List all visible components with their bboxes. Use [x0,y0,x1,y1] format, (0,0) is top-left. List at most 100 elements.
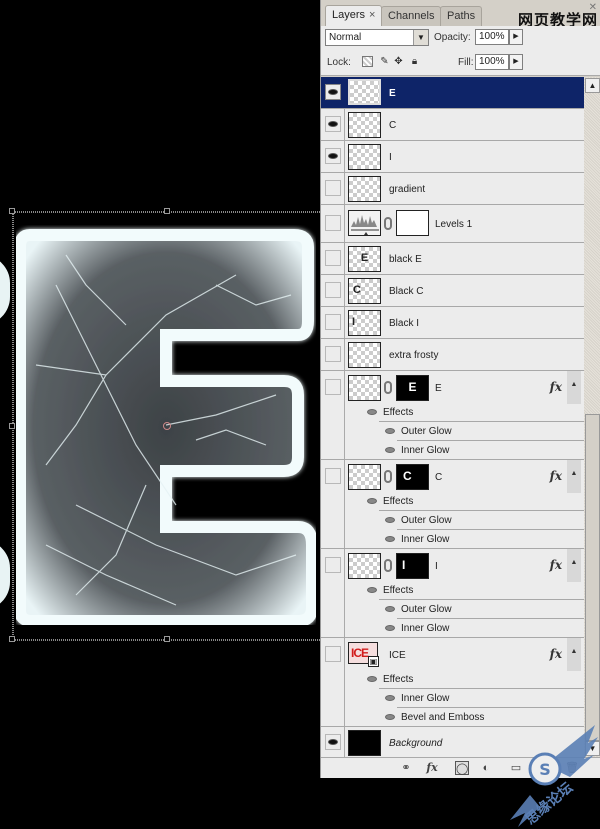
visibility-toggle[interactable] [325,250,341,266]
eye-icon[interactable] [385,428,395,434]
close-icon[interactable]: × [369,9,375,21]
visibility-toggle[interactable] [325,148,341,164]
layer-name[interactable]: I [389,152,392,163]
add-style-icon[interactable]: fx [425,761,439,775]
layer-row-gradient[interactable]: gradient [321,173,584,205]
link-icon[interactable] [384,381,392,394]
lock-transparent-icon[interactable] [362,56,373,67]
lock-all-icon[interactable]: 🔒︎ [409,56,420,67]
visibility-toggle[interactable] [325,314,341,330]
fill-slider-button[interactable]: ▶ [509,54,523,70]
collapse-effects-icon[interactable]: ▲ [567,638,581,671]
eye-icon[interactable] [367,676,377,682]
scroll-up-icon[interactable]: ▲ [585,78,600,93]
layer-name[interactable]: I [435,561,438,572]
layer-row-background[interactable]: Background [321,727,584,757]
opacity-input[interactable]: 100% [475,29,509,45]
scrollbar-thumb[interactable] [585,414,600,741]
tab-layers[interactable]: Layers × [325,5,383,26]
layer-name[interactable]: ICE [389,650,406,661]
layer-name[interactable]: gradient [389,184,425,195]
opacity-slider-button[interactable]: ▶ [509,29,523,45]
layer-name[interactable]: black E [389,254,422,265]
layer-row-i[interactable]: I [321,141,584,173]
effects-header[interactable]: Effects [321,492,584,511]
layer-row-ice[interactable]: ICE ▣ ICE fx ▲ Effects Inner Glow Bevel … [321,638,584,727]
lock-image-icon[interactable]: ✎ [379,56,390,67]
tab-channels[interactable]: Channels [381,6,442,26]
blend-mode-select[interactable]: Normal ▼ [325,29,429,46]
layer-row-levels-1[interactable]: Levels 1 [321,205,584,243]
effect-item[interactable]: Bevel and Emboss [321,708,584,727]
effect-item[interactable]: Inner Glow [321,530,584,549]
collapse-effects-icon[interactable]: ▲ [567,371,581,404]
effect-item[interactable]: Inner Glow [321,441,584,460]
layer-mask-thumbnail[interactable] [396,210,429,236]
fx-icon[interactable]: fx [550,380,562,394]
eye-icon[interactable] [385,606,395,612]
link-icon[interactable] [384,217,392,230]
chevron-down-icon[interactable]: ▼ [413,30,428,45]
eye-icon[interactable] [385,625,395,631]
fx-icon[interactable]: fx [550,558,562,572]
eye-icon[interactable] [385,695,395,701]
layer-name[interactable]: extra frosty [389,350,438,361]
layer-mask-thumbnail[interactable]: E [396,375,429,401]
transform-handle-tc[interactable] [164,208,170,214]
layer-row-c-effects[interactable]: C C fx ▲ Effects Outer Glow Inner Glow [321,460,584,549]
visibility-toggle[interactable] [325,468,341,484]
layer-name[interactable]: Levels 1 [435,219,472,230]
effect-item[interactable]: Inner Glow [321,689,584,708]
effect-item[interactable]: Outer Glow [321,422,584,441]
visibility-toggle[interactable] [325,734,341,750]
layer-row-c[interactable]: C [321,109,584,141]
fx-icon[interactable]: fx [550,647,562,661]
layer-name[interactable]: Black I [389,318,419,329]
fill-input[interactable]: 100% [475,54,509,70]
layers-scrollbar[interactable]: ▲ ▼ [584,77,600,757]
adjustment-layer-icon[interactable]: ◐ [479,761,493,775]
visibility-toggle[interactable] [325,215,341,231]
visibility-toggle[interactable] [325,646,341,662]
eye-icon[interactable] [385,517,395,523]
eye-icon[interactable] [367,587,377,593]
reference-point-icon[interactable] [163,422,171,430]
delete-icon[interactable]: 🗑︎ [565,761,579,775]
tab-paths[interactable]: Paths [440,6,483,26]
visibility-toggle[interactable] [325,346,341,362]
transform-handle-bl[interactable] [9,636,15,642]
document-canvas[interactable] [0,0,320,829]
lock-position-icon[interactable]: ✥ [393,56,404,67]
layer-name[interactable]: C [435,472,442,483]
eye-icon[interactable] [367,498,377,504]
new-layer-icon[interactable]: ❐ [533,761,547,775]
layer-name[interactable]: E [435,383,442,394]
layer-name[interactable]: Black C [389,286,423,297]
visibility-toggle[interactable] [325,379,341,395]
link-icon[interactable] [384,559,392,572]
visibility-toggle[interactable] [325,557,341,573]
transform-handle-tl[interactable] [9,208,15,214]
effects-header[interactable]: Effects [321,581,584,600]
layer-mask-thumbnail[interactable]: I [396,553,429,579]
effect-item[interactable]: Outer Glow [321,600,584,619]
effect-item[interactable]: Inner Glow [321,619,584,638]
fx-icon[interactable]: fx [550,469,562,483]
collapse-effects-icon[interactable]: ▲ [567,460,581,493]
eye-icon[interactable] [367,409,377,415]
layer-row-e[interactable]: E [321,77,584,109]
layer-name[interactable]: E [389,88,396,99]
visibility-toggle[interactable] [325,116,341,132]
transform-handle-ml[interactable] [9,423,15,429]
layer-row-i-effects[interactable]: I I fx ▲ Effects Outer Glow Inner Glow [321,549,584,638]
visibility-toggle[interactable] [325,180,341,196]
layer-row-extra-frosty[interactable]: extra frosty [321,339,584,371]
layer-name[interactable]: C [389,120,396,131]
add-mask-icon[interactable]: ◯ [455,761,469,775]
effects-header[interactable]: Effects [321,403,584,422]
layer-row-black-e[interactable]: E black E [321,243,584,275]
effect-item[interactable]: Outer Glow [321,511,584,530]
collapse-effects-icon[interactable]: ▲ [567,549,581,582]
eye-icon[interactable] [385,536,395,542]
scroll-down-icon[interactable]: ▼ [585,741,600,756]
